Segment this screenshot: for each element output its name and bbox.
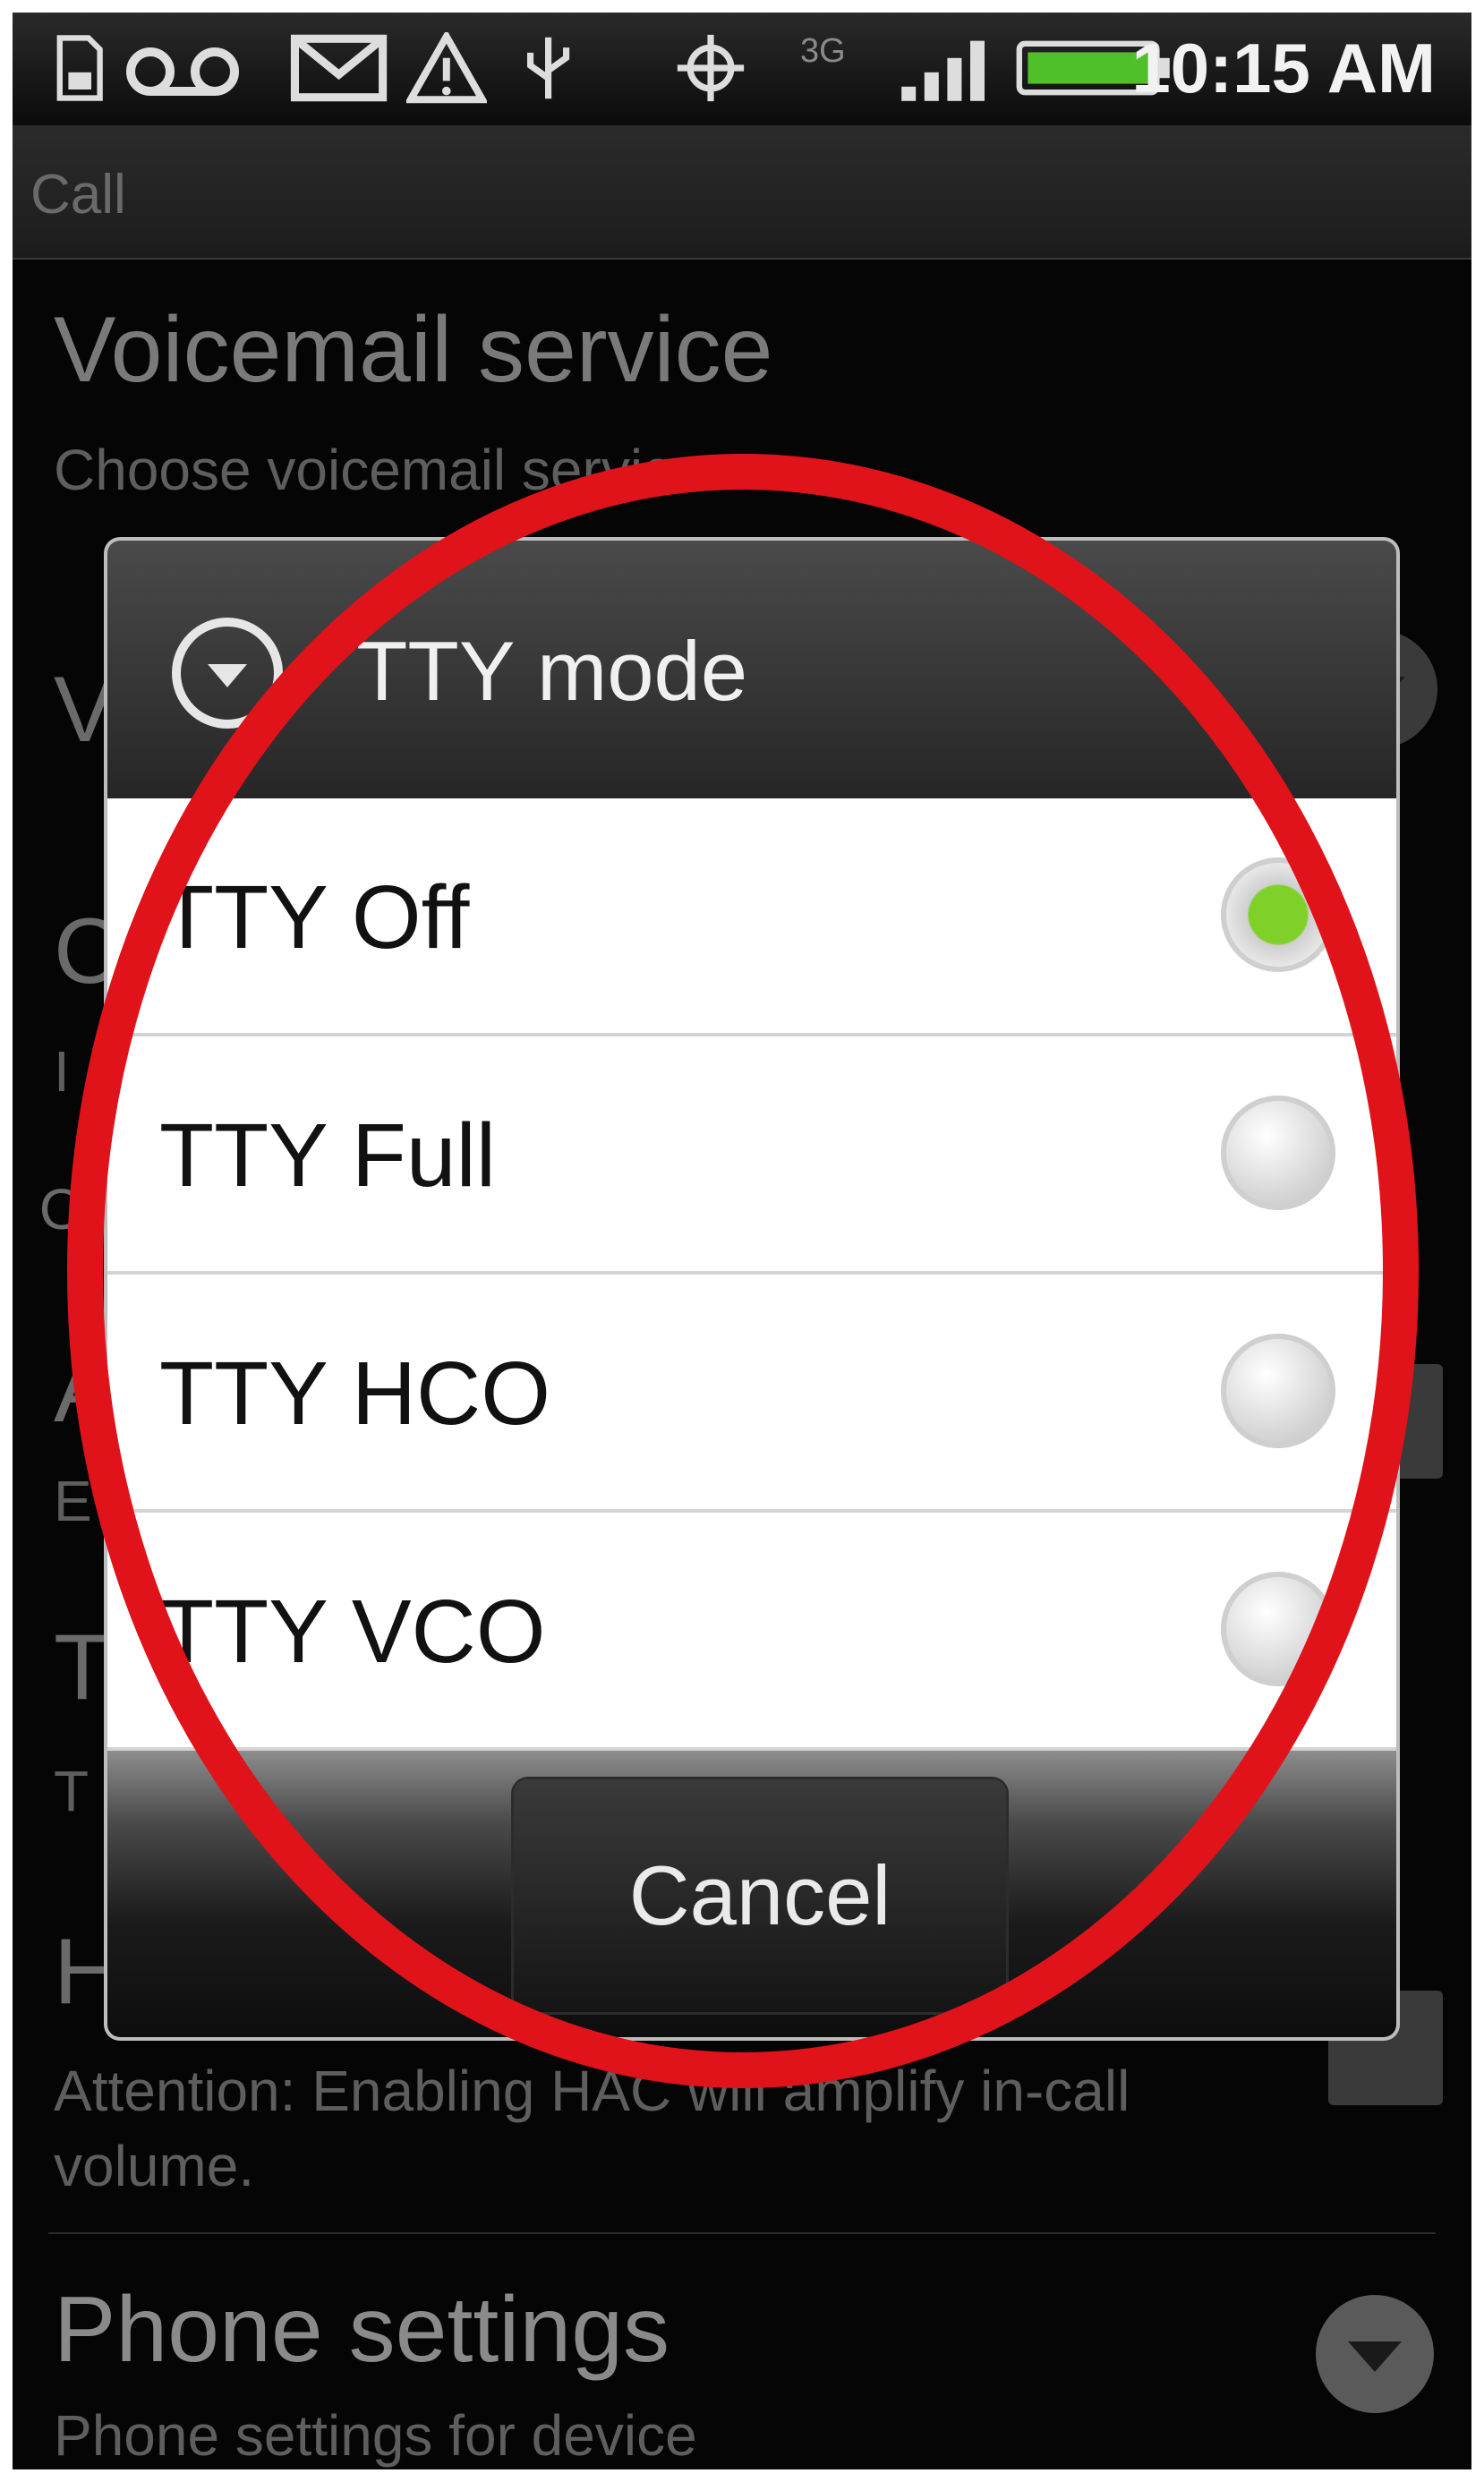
sd-card-icon xyxy=(48,32,106,104)
expand-icon[interactable] xyxy=(1316,2295,1434,2413)
warning-icon xyxy=(404,29,489,104)
dialog-header: TTY mode xyxy=(107,541,1396,798)
radio-selected-icon[interactable] xyxy=(1221,857,1335,972)
divider xyxy=(48,2232,1436,2234)
dropdown-icon xyxy=(172,618,283,729)
title-bar: Call xyxy=(13,125,1471,260)
option-label: TTY HCO xyxy=(159,1343,551,1444)
tty-option-off[interactable]: TTY Off xyxy=(107,798,1396,1036)
phone-screen: 3G 10:15 AM Call Voicemail service Choos… xyxy=(13,13,1471,2469)
radio-icon[interactable] xyxy=(1221,1572,1335,1686)
list-item-peek: V xyxy=(54,658,116,762)
status-time: 10:15 AM xyxy=(1131,29,1436,107)
gps-icon xyxy=(675,32,746,104)
list-item-peek: T xyxy=(54,1616,111,1719)
list-item-peek: O xyxy=(39,1177,84,1241)
list-item-peek: A xyxy=(54,1338,116,1442)
tty-option-vco[interactable]: TTY VCO xyxy=(107,1513,1396,1751)
radio-icon[interactable] xyxy=(1221,1334,1335,1448)
radio-icon[interactable] xyxy=(1221,1096,1335,1210)
option-label: TTY VCO xyxy=(159,1582,546,1682)
list-item-peek: I xyxy=(54,1039,70,1104)
voicemail-icon xyxy=(120,32,245,104)
network-type-label: 3G xyxy=(800,32,846,70)
voicemail-service-subtitle: Choose voicemail service xyxy=(54,438,704,502)
gmail-icon xyxy=(290,32,388,104)
tty-option-full[interactable]: TTY Full xyxy=(107,1036,1396,1275)
signal-icon xyxy=(899,32,999,104)
list-item-peek: T xyxy=(54,1759,90,1823)
phone-settings-title[interactable]: Phone settings xyxy=(54,2277,670,2384)
hac-subtitle: Attention: Enabling HAC will amplify in-… xyxy=(54,2059,1130,2198)
list-item-peek: E xyxy=(54,1469,92,1533)
tty-option-hco[interactable]: TTY HCO xyxy=(107,1275,1396,1513)
dialog-title: TTY mode xyxy=(356,624,748,718)
voicemail-service-title[interactable]: Voicemail service xyxy=(54,297,772,404)
option-label: TTY Full xyxy=(159,1105,496,1206)
dialog-footer: Cancel xyxy=(107,1751,1396,2037)
phone-settings-subtitle: Phone settings for device xyxy=(54,2403,697,2468)
tty-mode-dialog: TTY mode TTY Off TTY Full TTY HCO TTY VC… xyxy=(107,541,1396,2037)
cancel-button[interactable]: Cancel xyxy=(514,1779,1006,2012)
option-label: TTY Off xyxy=(159,867,470,968)
usb-icon xyxy=(523,32,574,104)
status-bar: 3G 10:15 AM xyxy=(13,13,1471,125)
page-title: Call xyxy=(30,164,126,226)
